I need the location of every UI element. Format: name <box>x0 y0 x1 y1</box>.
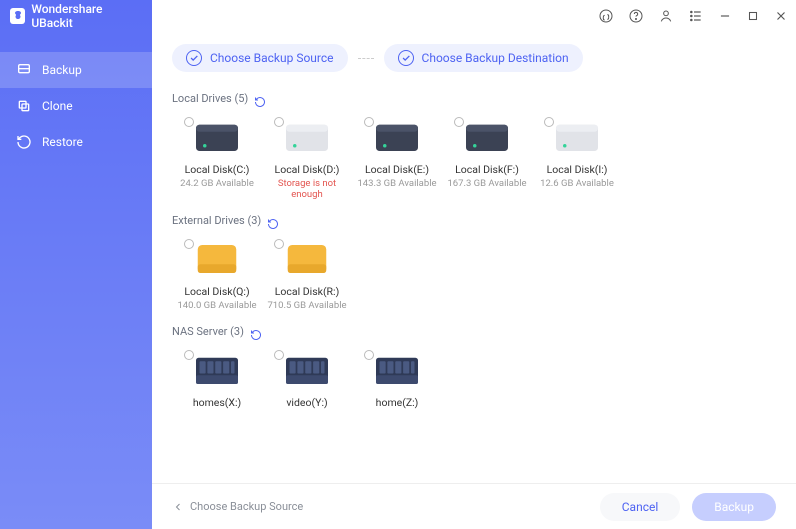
drive-name: Local Disk(F:) <box>455 163 519 176</box>
footer-source-label: Choose Backup Source <box>190 500 303 513</box>
step-connector <box>358 58 374 59</box>
drive-sub: 12.6 GB Available <box>540 178 614 189</box>
footer-bar: Choose Backup Source Cancel Backup <box>152 483 796 529</box>
drive-radio[interactable] <box>184 350 194 360</box>
nas-drive-grid: homes(X:) video(Y:) home(Z:) <box>172 346 776 409</box>
step-source-label: Choose Backup Source <box>210 51 334 65</box>
drive-name: Local Disk(C:) <box>185 163 250 176</box>
clone-icon <box>16 98 32 114</box>
drive-name: homes(X:) <box>193 396 241 409</box>
drive-item[interactable]: video(Y:) <box>262 346 352 409</box>
section-label-nas: NAS Server (3) <box>172 325 244 338</box>
drive-item[interactable]: home(Z:) <box>352 346 442 409</box>
sidebar: Wondershare UBackit Backup Clone Restore <box>0 0 152 529</box>
restore-icon <box>16 134 32 150</box>
section-head-local: Local Drives (5) <box>172 92 776 105</box>
steps-bar: Choose Backup Source Choose Backup Desti… <box>152 32 796 78</box>
drive-radio[interactable] <box>274 117 284 127</box>
section-head-external: External Drives (3) <box>172 214 776 227</box>
drive-name: video(Y:) <box>286 396 327 409</box>
nav-item-label: Restore <box>42 135 83 149</box>
drive-sub: 140.0 GB Available <box>177 300 256 311</box>
backup-icon <box>16 62 32 78</box>
drive-icon <box>369 117 425 157</box>
drive-item[interactable]: Local Disk(R:) 710.5 GB Available <box>262 235 352 311</box>
refresh-icon[interactable] <box>254 93 266 105</box>
drive-radio[interactable] <box>274 239 284 249</box>
backup-button[interactable]: Backup <box>692 493 776 521</box>
drive-item[interactable]: Local Disk(I:) 12.6 GB Available <box>532 113 622 200</box>
local-drive-grid: Local Disk(C:) 24.2 GB Available Local D… <box>172 113 776 200</box>
help-icon[interactable] <box>628 8 644 24</box>
drive-radio[interactable] <box>274 350 284 360</box>
footer-source: Choose Backup Source <box>172 500 303 513</box>
drive-sub: Storage is not enough <box>262 178 352 200</box>
nav-item-restore[interactable]: Restore <box>0 124 152 160</box>
drive-radio[interactable] <box>364 117 374 127</box>
drive-icon <box>189 239 245 279</box>
close-button[interactable] <box>774 9 788 23</box>
nav-item-label: Backup <box>42 63 82 77</box>
step-source-chip[interactable]: Choose Backup Source <box>172 44 348 72</box>
drive-icon <box>459 117 515 157</box>
checkmark-icon <box>186 50 202 66</box>
drive-icon <box>549 117 605 157</box>
drive-name: Local Disk(Q:) <box>184 285 249 298</box>
drive-icon <box>189 350 245 390</box>
checkmark-icon <box>398 50 414 66</box>
step-dest-label: Choose Backup Destination <box>422 51 569 65</box>
drive-name: Local Disk(R:) <box>275 285 339 298</box>
drive-icon <box>369 350 425 390</box>
user-icon[interactable] <box>658 8 674 24</box>
drive-item[interactable]: Local Disk(Q:) 140.0 GB Available <box>172 235 262 311</box>
list-icon[interactable] <box>688 8 704 24</box>
nav-list: Backup Clone Restore <box>0 52 152 160</box>
nav-item-clone[interactable]: Clone <box>0 88 152 124</box>
refresh-icon[interactable] <box>267 215 279 227</box>
drive-radio[interactable] <box>544 117 554 127</box>
nav-item-label: Clone <box>42 99 73 113</box>
drive-item[interactable]: Local Disk(F:) 167.3 GB Available <box>442 113 532 200</box>
drive-radio[interactable] <box>184 239 194 249</box>
appbar: Wondershare UBackit <box>0 0 152 32</box>
drive-icon <box>189 117 245 157</box>
drive-name: Local Disk(E:) <box>365 163 429 176</box>
drive-name: home(Z:) <box>376 396 419 409</box>
content-scroll[interactable]: Local Drives (5) Local Disk(C:) 24.2 GB … <box>152 78 796 529</box>
titlebar <box>152 0 796 32</box>
main-panel: Choose Backup Source Choose Backup Desti… <box>152 0 796 529</box>
drive-icon <box>279 239 335 279</box>
drive-sub: 24.2 GB Available <box>180 178 254 189</box>
section-label-external: External Drives (3) <box>172 214 261 227</box>
drive-radio[interactable] <box>184 117 194 127</box>
chevron-left-icon <box>172 501 184 513</box>
drive-name: Local Disk(D:) <box>275 163 340 176</box>
drive-item[interactable]: Local Disk(C:) 24.2 GB Available <box>172 113 262 200</box>
maximize-button[interactable] <box>746 9 760 23</box>
drive-radio[interactable] <box>364 350 374 360</box>
drive-item[interactable]: Local Disk(D:) Storage is not enough <box>262 113 352 200</box>
drive-sub: 710.5 GB Available <box>267 300 346 311</box>
drive-icon <box>279 350 335 390</box>
drive-sub: 167.3 GB Available <box>447 178 526 189</box>
nav-item-backup[interactable]: Backup <box>0 52 152 88</box>
drive-item[interactable]: Local Disk(E:) 143.3 GB Available <box>352 113 442 200</box>
drive-name: Local Disk(I:) <box>547 163 608 176</box>
support-icon[interactable] <box>598 8 614 24</box>
app-logo-icon <box>10 8 25 24</box>
cancel-button[interactable]: Cancel <box>600 493 681 521</box>
section-head-nas: NAS Server (3) <box>172 325 776 338</box>
refresh-icon[interactable] <box>250 326 262 338</box>
app-title: Wondershare UBackit <box>31 2 142 30</box>
footer-buttons: Cancel Backup <box>600 493 776 521</box>
step-dest-chip[interactable]: Choose Backup Destination <box>384 44 583 72</box>
drive-item[interactable]: homes(X:) <box>172 346 262 409</box>
external-drive-grid: Local Disk(Q:) 140.0 GB Available Local … <box>172 235 776 311</box>
drive-icon <box>279 117 335 157</box>
drive-radio[interactable] <box>454 117 464 127</box>
minimize-button[interactable] <box>718 9 732 23</box>
drive-sub: 143.3 GB Available <box>357 178 436 189</box>
section-label-local: Local Drives (5) <box>172 92 248 105</box>
